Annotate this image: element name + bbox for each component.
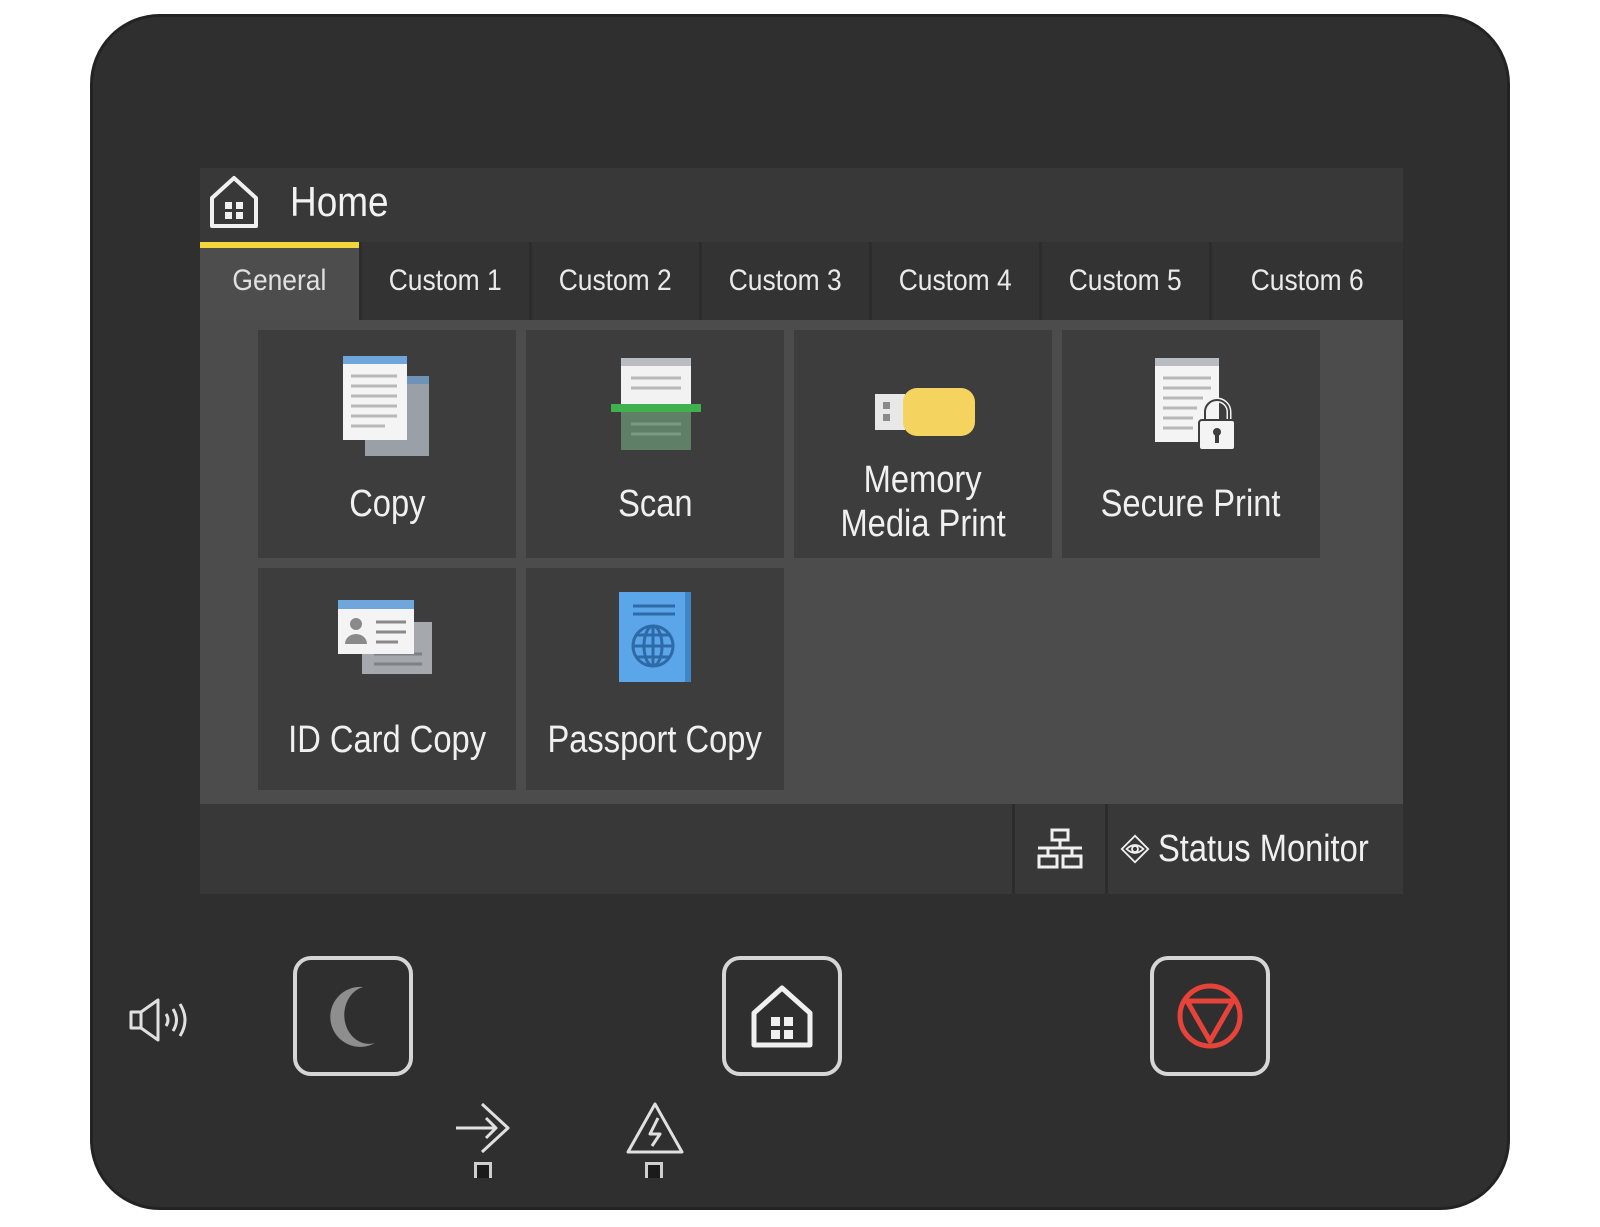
tab-custom-5[interactable]: Custom 5 (1042, 242, 1212, 320)
tab-custom-4[interactable]: Custom 4 (872, 242, 1042, 320)
tile-label: Scan (617, 483, 693, 525)
sleep-button[interactable] (293, 956, 413, 1076)
sleep-moon-icon (330, 986, 375, 1047)
tab-label: Custom 5 (1069, 264, 1182, 297)
id-card-copy-button[interactable]: ID Card Copy (258, 568, 516, 790)
scan-icon (611, 358, 701, 450)
tile-label: Passport Copy (547, 719, 763, 761)
tab-label: General (232, 264, 327, 297)
passport-icon (619, 592, 691, 682)
tab-label: Custom 2 (559, 264, 672, 297)
tile-label: ID Card Copy (288, 719, 486, 761)
data-indicator-icon (456, 1102, 510, 1154)
tab-custom-2[interactable]: Custom 2 (532, 242, 702, 320)
error-warning-icon (626, 1102, 684, 1154)
copy-icon (343, 356, 429, 456)
eye-diamond-icon (1120, 834, 1150, 864)
stop-icon (1177, 983, 1243, 1049)
home-hardware-button[interactable] (722, 956, 842, 1076)
tab-label: Custom 4 (899, 264, 1012, 297)
screen-header: Home (200, 168, 1403, 242)
touch-screen: Home General Custom 1 Custom 2 Custom 3 … (200, 168, 1403, 894)
sound-volume-icon[interactable] (128, 996, 190, 1044)
memory-media-print-button[interactable]: Memory Media Print (794, 330, 1052, 558)
tile-label: Secure Print (1101, 483, 1281, 525)
secure-print-lock-icon (1155, 358, 1236, 451)
tab-label: Custom 3 (729, 264, 842, 297)
page-title: Home (290, 178, 389, 225)
network-icon (1037, 828, 1083, 869)
id-card-icon (338, 600, 432, 674)
status-monitor-button[interactable]: Status Monitor (1108, 804, 1403, 894)
error-indicator-led (645, 1162, 663, 1178)
tab-bar: General Custom 1 Custom 2 Custom 3 Custo… (200, 242, 1403, 320)
tab-general[interactable]: General (200, 242, 362, 320)
home-icon (751, 985, 813, 1048)
tile-label: Memory (863, 459, 983, 501)
function-grid: Copy Scan Memory Media Print Secure Prin… (200, 320, 1403, 804)
screen-bottom-bar: Status Monitor (200, 804, 1403, 894)
tab-label: Custom 6 (1251, 264, 1364, 297)
scan-button[interactable]: Scan (526, 330, 784, 558)
usb-memory-icon (875, 388, 975, 436)
status-monitor-label: Status Monitor (1158, 827, 1369, 870)
data-indicator-led (474, 1162, 492, 1178)
tab-custom-6[interactable]: Custom 6 (1212, 242, 1403, 320)
tab-custom-3[interactable]: Custom 3 (702, 242, 872, 320)
stop-button[interactable] (1150, 956, 1270, 1076)
tile-label: Copy (348, 483, 426, 525)
tab-custom-1[interactable]: Custom 1 (362, 242, 532, 320)
passport-copy-button[interactable]: Passport Copy (526, 568, 784, 790)
network-status-button[interactable] (1012, 804, 1108, 894)
secure-print-button[interactable]: Secure Print (1062, 330, 1320, 558)
tile-label: Media Print (840, 503, 1006, 545)
copy-button[interactable]: Copy (258, 330, 516, 558)
tab-label: Custom 1 (389, 264, 502, 297)
home-icon (210, 176, 258, 228)
